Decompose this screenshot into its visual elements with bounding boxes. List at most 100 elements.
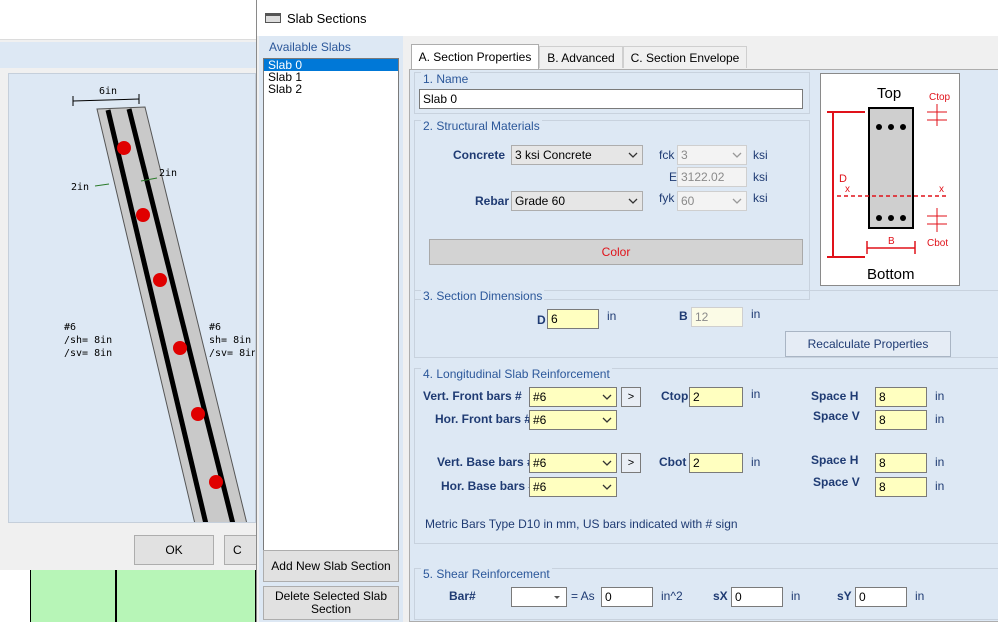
dialog-title: Slab Sections	[287, 10, 367, 26]
hor-base-select[interactable]: #6	[529, 477, 617, 497]
ctop-label: Ctop	[661, 389, 689, 403]
recalculate-button[interactable]: Recalculate Properties	[785, 331, 951, 357]
dimensions-group-title: 3. Section Dimensions	[421, 289, 545, 303]
fyk-select[interactable]: 60	[677, 191, 747, 211]
name-group-title: 1. Name	[421, 72, 471, 86]
right-sv-label: /sv= 8in	[209, 348, 256, 359]
space-h-top-label: Space H	[811, 389, 859, 403]
left-bar-label: #6	[64, 322, 76, 333]
e-input[interactable]: 3122.02	[677, 167, 747, 187]
cbot-unit: in	[751, 455, 761, 469]
sx-label: sX	[713, 589, 728, 603]
materials-group-title: 2. Structural Materials	[421, 119, 542, 133]
chevron-down-icon	[602, 484, 612, 490]
space-v-top-unit: in	[935, 412, 945, 426]
tab-advanced[interactable]: B. Advanced	[539, 46, 623, 68]
chevron-down-icon	[732, 198, 742, 204]
rebar-dot	[117, 141, 131, 155]
background-toolbar	[0, 42, 256, 68]
diagram-top-label: Top	[877, 85, 901, 102]
vert-front-select[interactable]: #6	[529, 387, 617, 407]
space-v-bot-input[interactable]: 8	[875, 477, 927, 497]
expand-arrow-button[interactable]: >	[621, 453, 641, 473]
cbot-label: Cbot	[659, 455, 687, 469]
space-v-top-input[interactable]: 8	[875, 410, 927, 430]
space-v-bot-label: Space V	[813, 475, 860, 489]
sy-input[interactable]: 0	[855, 587, 907, 607]
diagram-bottom-label: Bottom	[867, 266, 915, 283]
space-h-bot-unit: in	[935, 455, 945, 469]
ok-button[interactable]: OK	[134, 535, 214, 565]
space-h-top-input[interactable]: 8	[875, 387, 927, 407]
name-group: 1. Name Slab 0	[414, 72, 810, 114]
diagram-x-left: x	[845, 184, 850, 195]
color-button[interactable]: Color	[429, 239, 803, 265]
vert-front-label: Vert. Front bars #	[423, 389, 522, 403]
vert-base-value: #6	[533, 456, 547, 470]
vert-base-select[interactable]: #6	[529, 453, 617, 473]
rebar-dot	[209, 475, 223, 489]
cbot-input[interactable]: 2	[689, 453, 743, 473]
ctop-input[interactable]: 2	[689, 387, 743, 407]
slab-name-input[interactable]: Slab 0	[419, 89, 803, 109]
fyk-unit: ksi	[753, 191, 768, 205]
right-bar-label: #6	[209, 322, 221, 333]
background-header	[0, 0, 256, 40]
fyk-label: fyk	[659, 191, 675, 205]
chevron-down-icon	[554, 596, 560, 599]
space-h-bot-input[interactable]: 8	[875, 453, 927, 473]
hor-base-label: Hor. Base bars #	[441, 479, 536, 493]
hor-front-value: #6	[533, 413, 547, 427]
e-label: E	[669, 170, 678, 184]
section-diagram-svg: Top Ctop D x x B Cbot Bottom	[827, 85, 951, 283]
left-sv-label: /sv= 8in	[64, 348, 112, 359]
space-h-top-unit: in	[935, 389, 945, 403]
slab-list[interactable]: Slab 0 Slab 1 Slab 2	[263, 58, 399, 580]
window-icon	[265, 13, 281, 23]
tab-section-envelope[interactable]: C. Section Envelope	[623, 46, 747, 68]
d-unit: in	[607, 309, 617, 323]
concrete-select[interactable]: 3 ksi Concrete	[511, 145, 643, 165]
sx-input[interactable]: 0	[731, 587, 783, 607]
concrete-label: Concrete	[453, 148, 506, 162]
space-h-bot-label: Space H	[811, 453, 859, 467]
b-input[interactable]: 12	[691, 307, 743, 327]
concrete-select-value: 3 ksi Concrete	[515, 148, 592, 162]
hor-base-value: #6	[533, 480, 547, 494]
space-v-bot-unit: in	[935, 479, 945, 493]
dialog-titlebar[interactable]: Slab Sections	[257, 0, 998, 36]
slab-list-item[interactable]: Slab 2	[264, 83, 398, 95]
diagram-cbot-label: Cbot	[927, 238, 948, 249]
as-input[interactable]: 0	[601, 587, 653, 607]
tab-section-properties[interactable]: A. Section Properties	[411, 44, 539, 69]
add-slab-button[interactable]: Add New Slab Section	[263, 550, 399, 582]
tabs-area: A. Section Properties B. Advanced C. Sec…	[407, 36, 998, 622]
rebar-select-value: Grade 60	[515, 194, 566, 208]
grid-cell	[30, 570, 116, 622]
hor-front-select[interactable]: #6	[529, 410, 617, 430]
expand-arrow-button[interactable]: >	[621, 387, 641, 407]
rebar-dot	[136, 208, 150, 222]
background-button-bar: OK C	[0, 529, 264, 569]
grid-cell	[116, 570, 256, 622]
vert-base-label: Vert. Base bars #	[437, 455, 534, 469]
background-window: 6in 2in 2in #6 /sh= 8in /sv= 8in #6 sh= …	[0, 0, 264, 622]
fck-unit: ksi	[753, 148, 768, 162]
fck-label: fck	[659, 148, 675, 162]
d-input[interactable]: 6	[547, 309, 599, 329]
rebar-dot	[153, 273, 167, 287]
slab-sections-dialog: Slab Sections Available Slabs Slab 0 Sla…	[256, 0, 998, 622]
vert-front-value: #6	[533, 390, 547, 404]
delete-slab-button[interactable]: Delete Selected Slab Section	[263, 586, 399, 620]
rebar-select[interactable]: Grade 60	[511, 191, 643, 211]
shear-bar-label: Bar#	[449, 589, 476, 603]
metric-note: Metric Bars Type D10 in mm, US bars indi…	[425, 517, 738, 531]
shear-reinforcement-group: 5. Shear Reinforcement Bar# = As 0 in^2 …	[414, 567, 998, 620]
shear-bar-select[interactable]	[511, 587, 567, 607]
width-label: 6in	[99, 86, 117, 97]
section-properties-page: 1. Name Slab 0 2. Structural Materials C…	[409, 69, 998, 622]
hor-front-label: Hor. Front bars #	[435, 412, 532, 426]
fck-select[interactable]: 3	[677, 145, 747, 165]
longitudinal-group-title: 4. Longitudinal Slab Reinforcement	[421, 367, 612, 381]
slab-drawing-canvas: 6in 2in 2in #6 /sh= 8in /sv= 8in #6 sh= …	[8, 73, 256, 523]
